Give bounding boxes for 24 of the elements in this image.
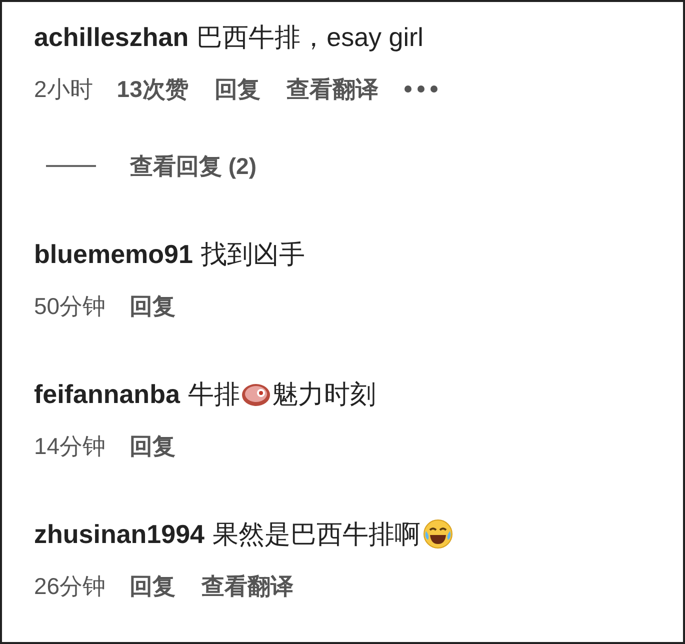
reply-button[interactable]: 回复 <box>214 72 260 106</box>
laughing-emoji-icon <box>422 519 453 549</box>
comment-text: 果然是巴西牛排啊 <box>212 518 421 550</box>
timestamp: 14分钟 <box>34 432 106 461</box>
timestamp: 26分钟 <box>34 572 106 601</box>
username[interactable]: achilleszhan <box>34 18 189 56</box>
translate-button[interactable]: 查看翻译 <box>286 72 378 106</box>
comment-text: 魅力时刻 <box>272 378 376 410</box>
reply-button[interactable]: 回复 <box>130 288 176 324</box>
username[interactable]: zhusinan1994 <box>34 514 205 554</box>
comment-text: 找到凶手 <box>200 238 305 270</box>
username[interactable]: feifannanba <box>34 374 180 414</box>
timestamp: 50分钟 <box>34 292 106 321</box>
like-count: 13次赞 <box>116 74 188 104</box>
timestamp: 2小时 <box>34 74 93 104</box>
steak-icon <box>240 381 271 407</box>
reply-button[interactable]: 回复 <box>130 568 176 604</box>
comment-text: 巴西牛排，esay girl <box>196 20 424 54</box>
more-icon[interactable] <box>404 85 438 93</box>
comment-text: 牛排 <box>188 378 240 410</box>
view-replies-button[interactable]: 查看回复 (2) <box>130 148 256 184</box>
translate-button[interactable]: 查看翻译 <box>202 568 294 604</box>
username[interactable]: bluememo91 <box>34 234 193 274</box>
reply-button[interactable]: 回复 <box>130 428 176 464</box>
